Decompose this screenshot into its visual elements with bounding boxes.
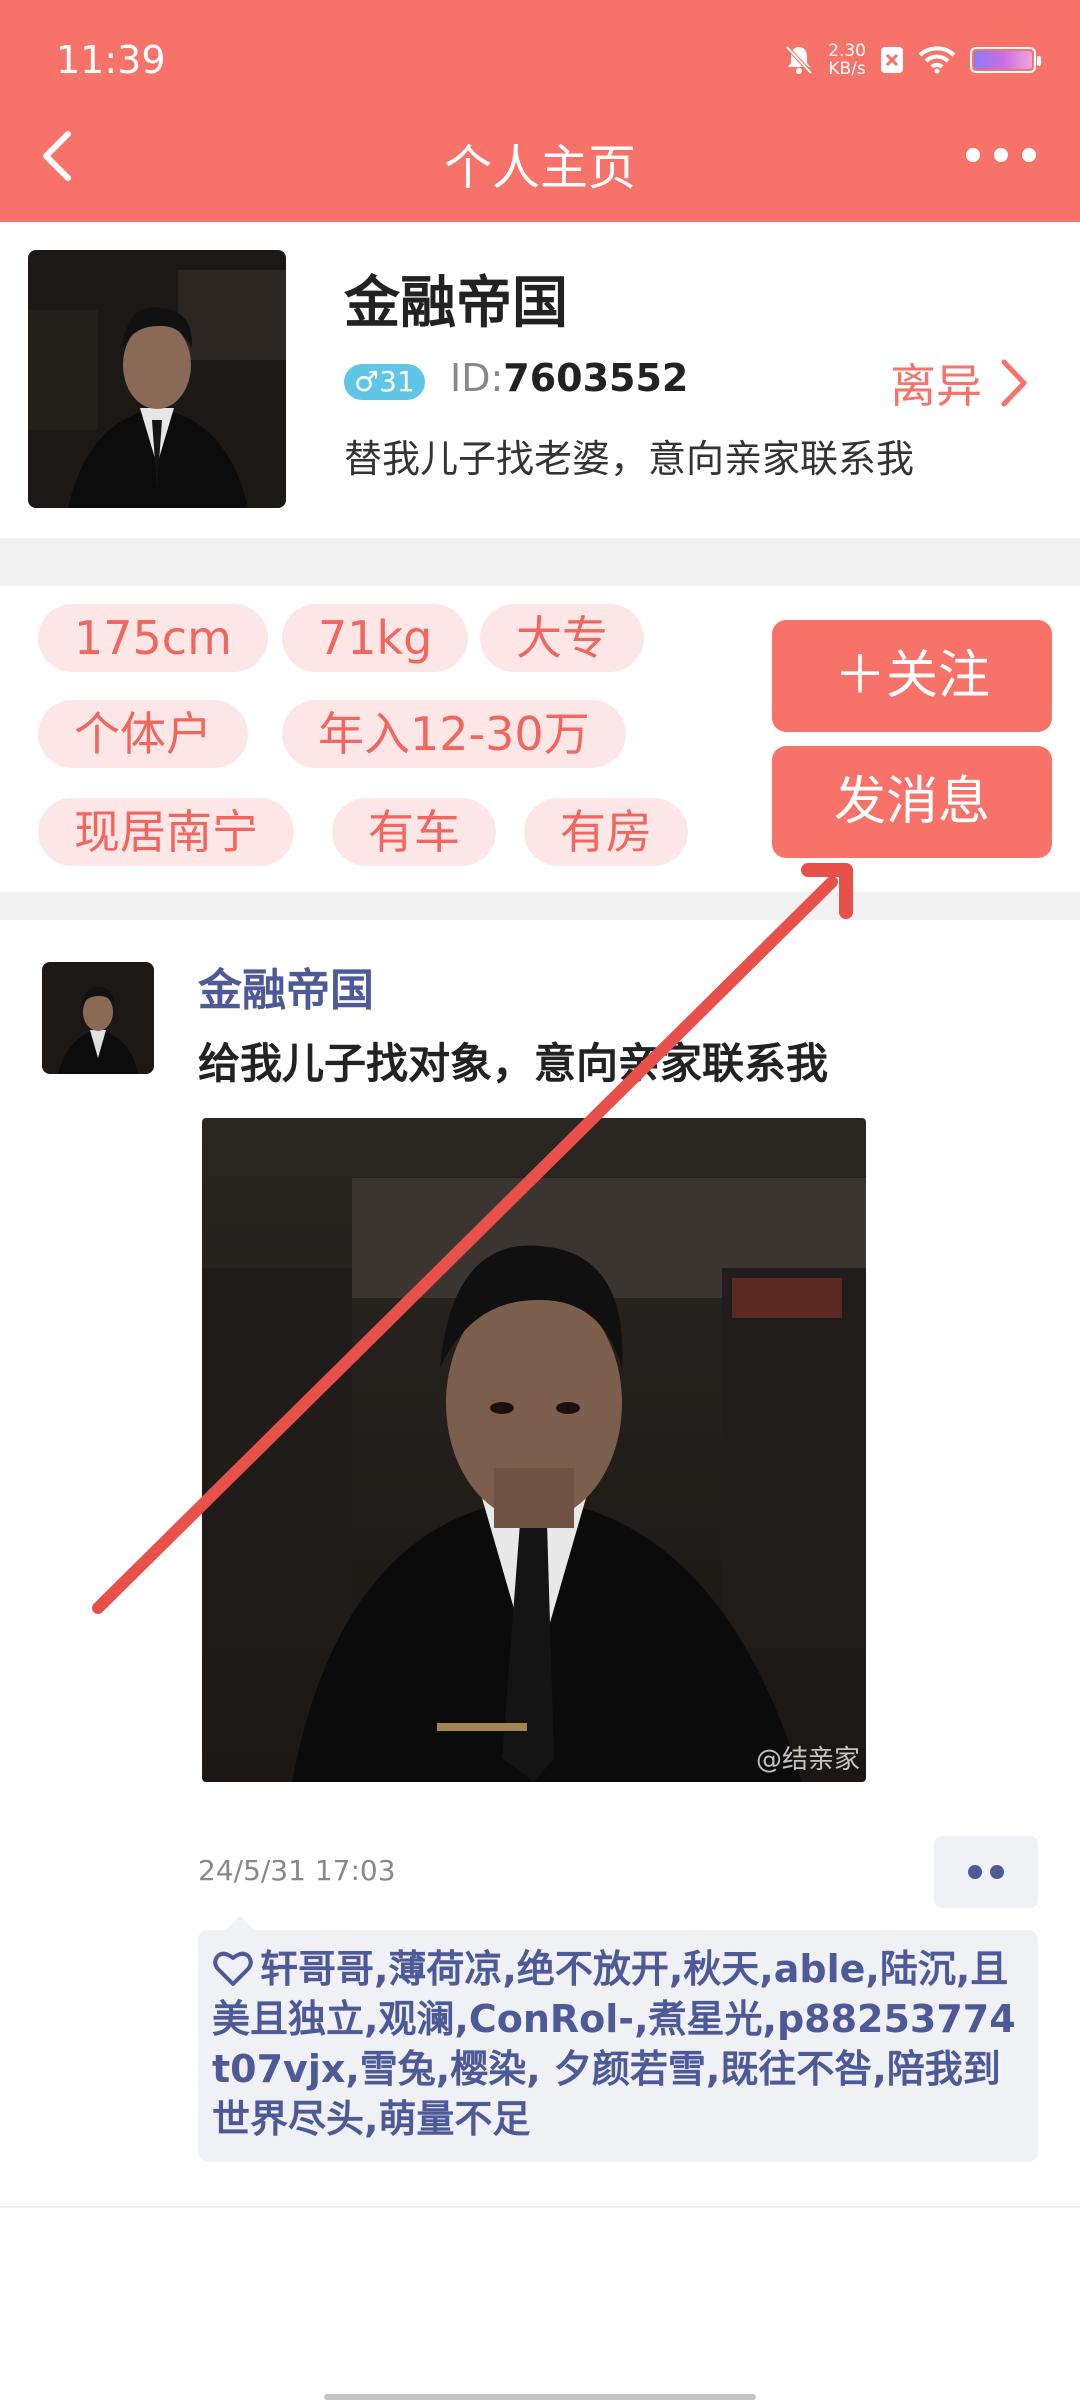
home-indicator[interactable] [324, 2394, 756, 2400]
section-divider [0, 538, 1080, 586]
mute-bell-icon [785, 45, 813, 75]
tag-house: 有房 [524, 798, 688, 866]
likes-text: 轩哥哥,薄荷凉,绝不放开,秋天,able,陆沉,且美且独立,观澜,ConRol-… [212, 1944, 1024, 2144]
marital-status: 离异 [890, 359, 982, 413]
net-speed-value: 2.30 [828, 41, 866, 61]
no-sim-icon [881, 47, 903, 73]
post-author-avatar[interactable] [42, 962, 154, 1074]
chevron-right-icon [1001, 359, 1027, 407]
message-button[interactable]: 发消息 [772, 746, 1052, 858]
tag-income: 年入12-30万 [282, 700, 626, 768]
post-text: 给我儿子找对象，意向亲家联系我 [198, 1039, 829, 1088]
id-value: 7603552 [503, 356, 689, 400]
likes-caret [226, 1916, 254, 1930]
post-image[interactable]: @结亲家 [202, 1118, 866, 1782]
image-watermark: @结亲家 [755, 1745, 860, 1775]
status-time: 11:39 [56, 38, 166, 82]
gender-age-badge: ♂31 [344, 364, 425, 400]
tag-height: 175cm [38, 604, 268, 672]
tag-education: 大专 [480, 604, 644, 672]
battery-icon [970, 47, 1041, 73]
post-timestamp: 24/5/31 17:03 [198, 1854, 396, 1887]
id-label: ID: [450, 356, 504, 400]
heart-icon [213, 1951, 253, 1986]
page-title: 个人主页 [443, 140, 636, 196]
more-horizontal-icon[interactable] [966, 148, 1036, 162]
header-bar: 11:39 2.30 KB/s 个人主页 [0, 0, 1080, 222]
net-speed-unit: KB/s [828, 59, 866, 79]
wifi-icon [918, 46, 956, 74]
marital-status-link[interactable]: 离异 [890, 350, 1028, 416]
tag-car: 有车 [332, 798, 496, 866]
status-icons: 2.30 KB/s [784, 42, 1041, 78]
user-id: ID:7603552 [450, 356, 688, 400]
likers-names[interactable]: 轩哥哥,薄荷凉,绝不放开,秋天,able,陆沉,且美且独立,观澜,ConRol-… [212, 1947, 1016, 2141]
net-speed: 2.30 KB/s [828, 42, 866, 78]
tag-weight: 71kg [282, 604, 469, 672]
section-divider [0, 892, 1080, 920]
avatar[interactable] [28, 250, 286, 508]
follow-button[interactable]: ＋关注 [772, 620, 1052, 732]
profile-motto: 替我儿子找老婆，意向亲家联系我 [344, 437, 915, 481]
post-divider [0, 2206, 1080, 2208]
post-author-name[interactable]: 金融帝国 [198, 954, 374, 1018]
tags-section: 175cm 71kg 大专 个体户 年入12-30万 现居南宁 有车 有房 ＋关… [0, 586, 1080, 892]
tag-location: 现居南宁 [38, 798, 294, 866]
tag-occupation: 个体户 [38, 700, 248, 768]
likes-list: 轩哥哥,薄荷凉,绝不放开,秋天,able,陆沉,且美且独立,观澜,ConRol-… [198, 1930, 1038, 2162]
profile-card: 金融帝国 ♂31 ID:7603552 离异 替我儿子找老婆，意向亲家联系我 [0, 222, 1080, 538]
profile-name: 金融帝国 [344, 271, 568, 336]
post-more-button[interactable] [934, 1836, 1038, 1908]
